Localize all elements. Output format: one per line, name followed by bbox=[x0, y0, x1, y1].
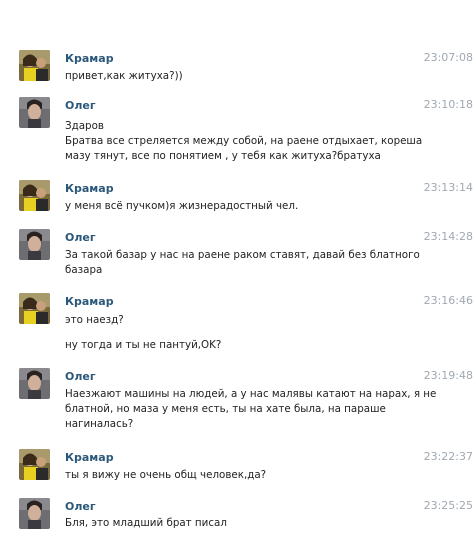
chat-history: Крамар 23:07:08 привет,как житуха?)) Оле… bbox=[0, 0, 474, 541]
author-name[interactable]: Крамар bbox=[65, 295, 114, 308]
message-timestamp: 23:16:46 bbox=[423, 294, 473, 307]
message-line: это наезд? bbox=[65, 314, 124, 326]
message-text: привет,как житуха?)) bbox=[65, 69, 460, 84]
message-timestamp: 23:14:28 bbox=[423, 230, 473, 243]
message-line: Бля, это младший брат писал bbox=[65, 517, 227, 529]
message-timestamp: 23:13:14 bbox=[423, 181, 473, 194]
message-line: у меня всё пучком)я жизнерадостный чел. bbox=[65, 200, 299, 212]
message-text: Здаров Братва все стреляется между собой… bbox=[65, 119, 460, 164]
avatar-oleg[interactable] bbox=[19, 498, 50, 529]
author-name[interactable]: Олег bbox=[65, 370, 96, 383]
avatar-kramar[interactable] bbox=[19, 180, 50, 211]
message-line: ты я вижу не очень общ человек,да? bbox=[65, 469, 267, 481]
message-line: ну тогда и ты не пантуй,OK? bbox=[65, 339, 222, 351]
message-timestamp: 23:19:48 bbox=[423, 369, 473, 382]
message-timestamp: 23:22:37 bbox=[423, 450, 473, 463]
message-timestamp: 23:25:25 bbox=[423, 499, 473, 512]
avatar-kramar[interactable] bbox=[19, 449, 50, 480]
author-name[interactable]: Олег bbox=[65, 500, 96, 513]
avatar-kramar[interactable] bbox=[19, 50, 50, 81]
avatar-kramar[interactable] bbox=[19, 293, 50, 324]
avatar-oleg[interactable] bbox=[19, 97, 50, 128]
message-line: базара bbox=[65, 264, 103, 276]
message-line: Братва все стреляется между собой, на ра… bbox=[65, 135, 423, 147]
message-line: Здаров bbox=[65, 120, 104, 132]
author-name[interactable]: Олег bbox=[65, 99, 96, 112]
message-text: у меня всё пучком)я жизнерадостный чел. bbox=[65, 199, 460, 214]
message-timestamp: 23:07:08 bbox=[423, 51, 473, 64]
author-name[interactable]: Крамар bbox=[65, 182, 114, 195]
message-line: мазу тянут, все по понятием , у тебя как… bbox=[65, 150, 381, 162]
message-text: ну тогда и ты не пантуй,OK? bbox=[65, 338, 460, 353]
author-name[interactable]: Крамар bbox=[65, 451, 114, 464]
message-line: нагиналась? bbox=[65, 418, 134, 430]
avatar-oleg[interactable] bbox=[19, 368, 50, 399]
message-text: Наезжают машины на людей, а у нас малявы… bbox=[65, 387, 460, 432]
message-line: блатной, но маза у меня есть, ты на хате… bbox=[65, 403, 386, 415]
message-line: Наезжают машины на людей, а у нас малявы… bbox=[65, 388, 437, 400]
message-timestamp: 23:10:18 bbox=[423, 98, 473, 111]
message-text: это наезд? bbox=[65, 313, 460, 328]
author-name[interactable]: Олег bbox=[65, 231, 96, 244]
author-name[interactable]: Крамар bbox=[65, 52, 114, 65]
message-line: привет,как житуха?)) bbox=[65, 70, 183, 82]
message-text: ты я вижу не очень общ человек,да? bbox=[65, 468, 460, 483]
message-text: За такой базар у нас на раене раком став… bbox=[65, 248, 460, 278]
avatar-oleg[interactable] bbox=[19, 229, 50, 260]
message-text: Бля, это младший брат писал bbox=[65, 516, 460, 531]
message-line: За такой базар у нас на раене раком став… bbox=[65, 249, 420, 261]
